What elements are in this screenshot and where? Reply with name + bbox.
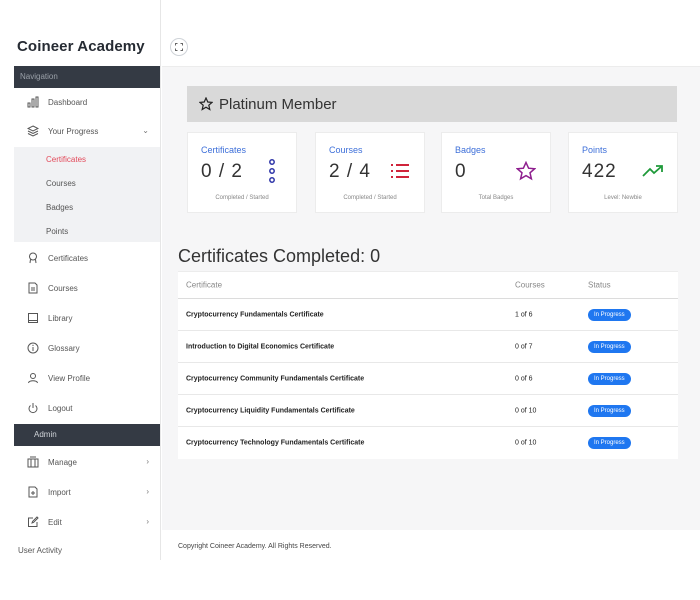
card-title: Certificates — [201, 145, 247, 155]
card-value: 422 — [582, 161, 617, 182]
sidebar-item-label: View Profile — [48, 373, 91, 383]
sidebar-item-view-profile[interactable]: View Profile — [14, 365, 160, 391]
brand-title[interactable]: Coineer Academy — [17, 38, 145, 55]
certificates-table: Certificate Courses Status Cryptocurrenc… — [178, 271, 678, 459]
admin-header: Admin — [14, 424, 160, 446]
row-certificate[interactable]: Cryptocurrency Liquidity Fundamentals Ce… — [186, 407, 355, 414]
row-courses: 0 of 7 — [515, 343, 533, 350]
sidebar-item-courses[interactable]: Courses — [14, 275, 160, 301]
sidebar-item-edit[interactable]: Edit › — [14, 509, 160, 535]
sidebar: Coineer Academy Navigation Dashboard You… — [0, 0, 161, 560]
table-header: Certificate Courses Status — [178, 271, 678, 299]
points-card[interactable]: Points 422 Level: Newbie — [568, 132, 678, 213]
table-row[interactable]: Cryptocurrency Technology Fundamentals C… — [178, 427, 678, 459]
row-courses: 0 of 10 — [515, 439, 537, 447]
status-badge: In Progress — [588, 340, 631, 353]
chevron-down-icon: ⌄ — [142, 126, 149, 135]
table-row[interactable]: Cryptocurrency Community Fundamentals Ce… — [178, 363, 678, 395]
row-certificate[interactable]: Cryptocurrency Technology Fundamentals C… — [186, 440, 364, 447]
membership-label: Platinum Member — [219, 95, 337, 113]
submenu-item-points[interactable]: Points — [46, 227, 68, 236]
table-row[interactable]: Cryptocurrency Liquidity Fundamentals Ce… — [178, 395, 678, 427]
sidebar-item-label: Import — [48, 487, 71, 497]
chevron-right-icon: › — [146, 487, 149, 496]
status-badge: In Progress — [588, 404, 631, 417]
membership-banner: Platinum Member — [187, 86, 677, 122]
book-icon — [26, 311, 40, 325]
vertical-dots-icon — [260, 159, 284, 183]
expand-icon — [175, 38, 183, 56]
document-icon — [26, 281, 40, 295]
sidebar-item-label: Manage — [48, 457, 77, 467]
sidebar-item-label: Edit — [48, 517, 62, 527]
card-value: 0 / 2 — [201, 161, 243, 182]
sidebar-item-user-activity[interactable]: User Activity — [18, 546, 62, 555]
bar-chart-icon — [26, 95, 40, 109]
card-title: Courses — [329, 145, 363, 155]
header-certificate[interactable]: Certificate — [186, 281, 222, 290]
user-icon — [26, 371, 40, 385]
card-value: 2 / 4 — [329, 161, 371, 182]
sidebar-item-library[interactable]: Library — [14, 305, 160, 331]
fullscreen-button[interactable] — [170, 38, 188, 56]
sidebar-item-label: Your Progress — [48, 126, 99, 136]
layers-icon — [26, 124, 40, 138]
info-icon — [26, 341, 40, 355]
row-courses: 0 of 10 — [515, 407, 537, 414]
file-plus-icon — [26, 485, 40, 499]
power-icon — [26, 401, 40, 415]
sidebar-item-manage[interactable]: Manage › — [14, 449, 160, 475]
certificates-card[interactable]: Certificates 0 / 2 Completed / Started — [187, 132, 297, 213]
card-subtitle: Total Badges — [478, 195, 514, 201]
card-subtitle: Completed / Started — [343, 195, 397, 201]
status-badge: In Progress — [588, 437, 631, 449]
card-title: Badges — [455, 145, 486, 155]
progress-submenu: Certificates Courses Badges Points — [14, 147, 160, 242]
sidebar-item-glossary[interactable]: Glossary — [14, 335, 160, 361]
card-subtitle: Level: Newbie — [604, 195, 642, 201]
star-outline-icon — [514, 159, 538, 183]
sidebar-item-import[interactable]: Import › — [14, 479, 160, 505]
header-status[interactable]: Status — [588, 281, 611, 290]
card-value: 0 — [455, 161, 467, 182]
row-certificate[interactable]: Cryptocurrency Fundamentals Certificate — [186, 311, 324, 318]
trending-up-icon — [641, 159, 665, 183]
sidebar-item-label: Dashboard — [48, 97, 88, 107]
card-subtitle: Completed / Started — [215, 195, 269, 201]
chevron-right-icon: › — [146, 517, 149, 526]
sidebar-item-label: Library — [48, 313, 73, 323]
list-icon — [388, 159, 412, 183]
edit-icon — [26, 515, 40, 529]
sidebar-item-label: Certificates — [48, 253, 89, 263]
chevron-right-icon: › — [146, 457, 149, 466]
status-badge: In Progress — [588, 372, 631, 385]
award-icon — [26, 251, 40, 265]
submenu-item-badges[interactable]: Badges — [46, 203, 73, 212]
courses-card[interactable]: Courses 2 / 4 Completed / Started — [315, 132, 425, 213]
sidebar-item-logout[interactable]: Logout — [14, 395, 160, 421]
row-courses: 0 of 6 — [515, 375, 533, 382]
card-title: Points — [582, 145, 608, 155]
badges-card[interactable]: Badges 0 Total Badges — [441, 132, 551, 213]
footer-copyright: Copyright Coineer Academy. All Rights Re… — [178, 543, 332, 550]
row-certificate[interactable]: Introduction to Digital Economics Certif… — [186, 343, 334, 350]
sidebar-item-label: Glossary — [48, 343, 80, 353]
submenu-item-courses[interactable]: Courses — [46, 179, 76, 188]
status-badge: In Progress — [588, 308, 631, 321]
sidebar-item-dashboard[interactable]: Dashboard — [14, 89, 160, 115]
star-icon — [199, 97, 213, 111]
table-row[interactable]: Cryptocurrency Fundamentals Certificate … — [178, 299, 678, 331]
row-courses: 1 of 6 — [515, 311, 533, 318]
sidebar-item-label: Courses — [48, 283, 78, 293]
row-certificate[interactable]: Cryptocurrency Community Fundamentals Ce… — [186, 375, 364, 382]
header-courses[interactable]: Courses — [515, 281, 545, 290]
building-icon — [26, 455, 40, 469]
navigation-header: Navigation — [14, 66, 160, 88]
submenu-item-certificates[interactable]: Certificates — [46, 155, 86, 164]
sidebar-item-label: Logout — [48, 403, 73, 413]
sidebar-item-certificates[interactable]: Certificates — [14, 245, 160, 271]
certificates-table-title: Certificates Completed: 0 — [178, 246, 381, 266]
sidebar-item-your-progress[interactable]: Your Progress ⌄ — [14, 118, 160, 144]
table-row[interactable]: Introduction to Digital Economics Certif… — [178, 331, 678, 363]
